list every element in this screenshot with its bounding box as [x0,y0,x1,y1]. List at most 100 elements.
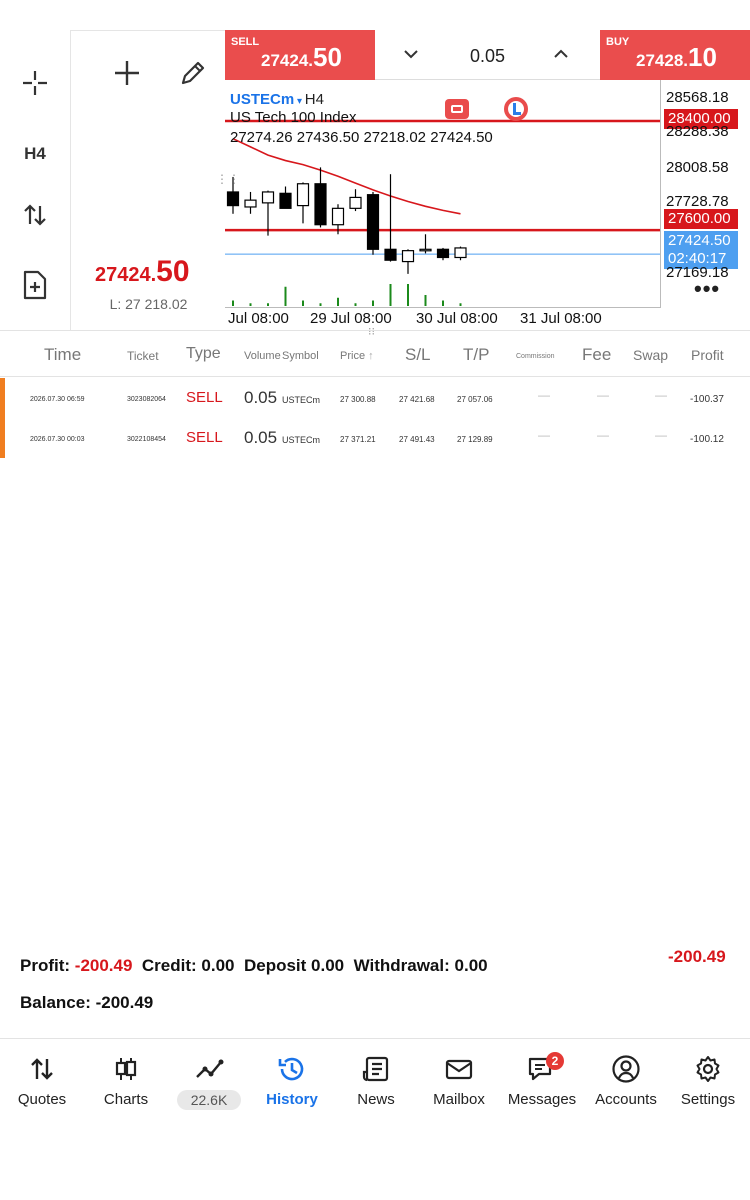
time-tick: 30 Jul 08:00 [416,310,498,327]
column-ticket[interactable]: Ticket [127,349,159,363]
table-row[interactable]: 2026.07.30 00:03 3022108454 SELL 0.05 US… [0,418,750,458]
nav-settings[interactable]: Settings [666,1040,750,1130]
price-tick: 27728.78 [666,193,729,210]
row-swap: — [655,388,667,402]
volume-selector: 0.05 [375,30,600,80]
bottom-nav: Quotes Charts 22.6K History News Mailbox… [0,1040,750,1130]
candle-body [314,183,327,226]
more-options-icon[interactable]: ••• [694,276,720,302]
candle-body [454,247,467,259]
withdrawal-label: Withdrawal: [353,956,450,975]
add-icon[interactable] [113,59,141,92]
column-type[interactable]: Type [186,345,221,363]
volume-increase-chevron-icon[interactable] [553,46,569,67]
nav-trade[interactable]: 22.6K [167,1040,251,1130]
row-tp: 27 129.89 [457,435,493,444]
row-fee: — [597,388,609,402]
nav-history-label: History [266,1091,318,1108]
credit-label: Credit: [141,956,197,975]
chart-toolbar: H4 [0,30,70,330]
pencil-icon[interactable] [179,59,207,92]
nav-mailbox-label: Mailbox [433,1091,485,1108]
row-time: 2026.07.30 06:59 [30,396,85,403]
quotes-arrows-icon [31,1058,53,1080]
nav-mailbox[interactable]: Mailbox [417,1040,501,1130]
candle-body [296,183,310,207]
candle-body [261,191,275,204]
candle-body [244,199,257,208]
sell-label: SELL [231,36,260,48]
row-time: 2026.07.30 00:03 [30,436,85,443]
row-sl: 27 491.43 [399,435,435,444]
balance-label: Balance: [20,993,91,1012]
credit-value: 0.00 [201,956,235,975]
candle-body [226,191,240,207]
nav-quotes[interactable]: Quotes [0,1040,84,1130]
candle-body [331,207,345,226]
candle-body [384,248,397,261]
row-ticket: 3023082064 [127,396,166,403]
drag-handle-icon[interactable]: ⋮⋮ [216,172,240,186]
indicator-icon[interactable] [445,99,469,119]
history-clock-icon [278,1057,304,1081]
withdrawal-value: 0.00 [454,956,488,975]
column-commission[interactable]: Commission [516,353,555,360]
new-document-icon[interactable] [14,264,56,306]
clock-indicator-icon[interactable] [504,97,528,121]
nav-quotes-label: Quotes [17,1091,67,1108]
column-swap[interactable]: Swap [633,347,668,363]
nav-charts[interactable]: Charts [84,1040,168,1130]
buy-price: 27428.10 [636,42,717,73]
messages-badge: 2 [546,1052,564,1070]
nav-charts-label: Charts [103,1091,149,1108]
trend-line-icon [196,1059,224,1078]
column-time[interactable]: Time [44,345,81,365]
row-volume: 0.05 [244,428,278,447]
nav-divider [0,1038,750,1039]
current-price-tag: 27424.50 [664,231,738,251]
summary-line: Profit: -200.49 Credit: 0.00 Deposit 0.0… [20,956,488,976]
bid-price-pips: 50 [156,255,190,288]
price-chart[interactable]: USTECm ▾ H4 US Tech 100 Index 27274.26 2… [225,80,661,308]
history-table-header: Time Ticket Type Volume Symbol Price ↑ S… [0,330,750,377]
news-icon [362,1056,389,1082]
crosshair-icon[interactable] [14,62,56,104]
profit-value: -200.49 [74,956,133,975]
mail-icon [445,1059,473,1080]
column-profit[interactable]: Profit [691,347,724,363]
symbol-full-name: US Tech 100 Index [230,109,357,126]
total-profit: -200.49 [668,947,726,966]
nav-messages[interactable]: 2 Messages [500,1040,584,1130]
row-fee: — [597,428,609,442]
trade-count-pill: 22.6K [177,1090,241,1110]
candle-body [366,194,380,250]
row-price: 27 300.88 [340,395,376,404]
price-tick: 28288.38 [666,123,729,140]
column-tp[interactable]: T/P [463,345,489,365]
row-type: SELL [186,429,223,446]
candle-body [436,248,450,259]
column-sl[interactable]: S/L [405,345,431,365]
column-symbol[interactable]: Symbol [282,350,319,362]
column-fee[interactable]: Fee [582,345,611,365]
nav-accounts[interactable]: Accounts [584,1040,668,1130]
buy-price-pips: 10 [688,42,717,72]
sell-button[interactable]: SELL 27424.50 [225,30,375,80]
row-price: 27 371.21 [340,435,376,444]
nav-news[interactable]: News [334,1040,418,1130]
symbol-label[interactable]: USTECm ▾ H4 [230,91,324,108]
column-volume[interactable]: Volume [244,350,281,362]
row-sl: 27 421.68 [399,395,435,404]
nav-history[interactable]: History [250,1040,334,1130]
row-volume: 0.05 [244,388,278,407]
row-tp: 27 057.06 [457,395,493,404]
time-tick: 31 Jul 08:00 [520,310,602,327]
candlestick-icon [115,1058,137,1080]
table-row[interactable]: 2026.07.30 06:59 3023082064 SELL 0.05 US… [0,378,750,418]
time-tick: 29 Jul 08:00 [310,310,392,327]
column-price[interactable]: Price ↑ [340,350,374,362]
row-commission: — [538,388,550,402]
swap-arrows-icon[interactable] [14,194,56,236]
buy-button[interactable]: BUY 27428.10 [600,30,750,80]
timeframe-button[interactable]: H4 [0,144,70,164]
